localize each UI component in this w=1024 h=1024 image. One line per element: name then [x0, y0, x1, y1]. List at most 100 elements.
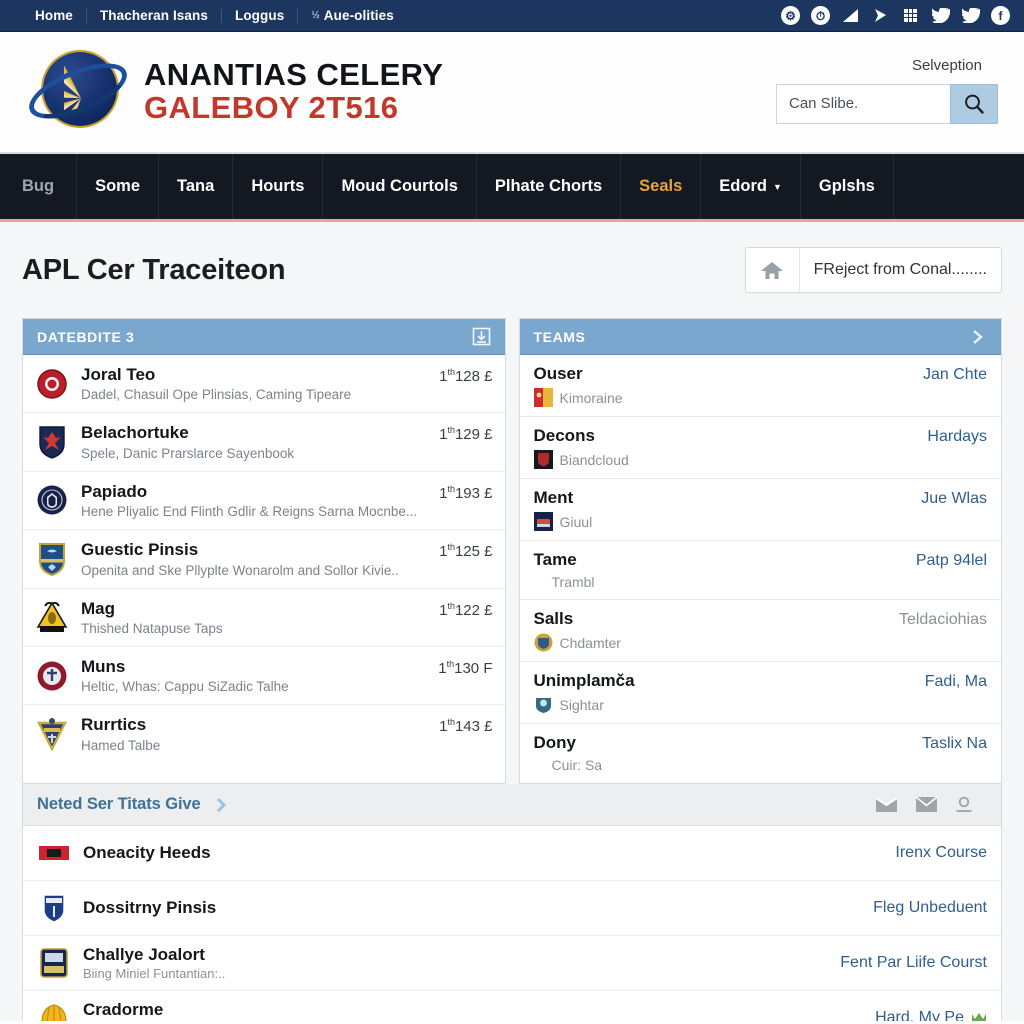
- table-row[interactable]: Mag Thished Natapuse Taps 1th122 £: [23, 589, 505, 647]
- list-item-meta[interactable]: Fent Par Liife Courst: [840, 954, 987, 972]
- row-subtitle: Spele, Danic Prarslarce Sayenbook: [81, 445, 295, 461]
- team-row[interactable]: Decons Hardays Biandcloud: [519, 417, 1001, 479]
- page-title: APL Cer Traceiteon: [22, 253, 286, 286]
- table-row[interactable]: Joral Teo Dadel, Chasuil Ope Plinsias, C…: [23, 355, 505, 414]
- crest-blue-shield-icon: [35, 541, 69, 577]
- list-item-meta-label: Fent Par Liife Courst: [840, 954, 987, 971]
- list-item[interactable]: Dossitrny Pinsis Fleg Unbeduent: [23, 881, 1001, 936]
- team-row[interactable]: Ouser Jan Chte Kimoraine: [519, 355, 1001, 417]
- page-content: APL Cer Traceiteon FReject from Conal...…: [0, 222, 1024, 1021]
- team-row[interactable]: Dony Taslix Na Cuir: Sa: [520, 724, 1002, 783]
- nav-item-plhate-chorts[interactable]: Plhate Chorts: [477, 154, 622, 219]
- mail-icon[interactable]: [915, 796, 938, 813]
- team-row[interactable]: Salls Teldaciohias Chdamter: [519, 600, 1001, 662]
- topnav-link-2[interactable]: Loggus: [222, 8, 297, 23]
- search-button[interactable]: [950, 83, 998, 124]
- list-item-meta[interactable]: Hard, My Pe: [875, 1009, 987, 1021]
- play-triangle-icon[interactable]: [871, 6, 890, 25]
- row-title: Belachortuke: [81, 423, 189, 443]
- list-item[interactable]: Challye Joalort Biing Miniel Funtantian:…: [23, 936, 1001, 991]
- table-row[interactable]: Guestic Pinsis Openita and Ske Pllyplte …: [23, 530, 505, 589]
- chevron-right-icon[interactable]: [967, 327, 987, 347]
- list-item-meta[interactable]: Irenx Course: [895, 844, 987, 862]
- twitter-bird-icon[interactable]: [961, 6, 980, 25]
- row-subtitle: Hene Pliyalic End Flinth Gdlir & Reigns …: [81, 504, 418, 520]
- team-subtitle: Giuul: [559, 513, 593, 530]
- team-row-line-1: Ment Jue Wlas: [534, 488, 988, 508]
- primary-navigation: Bug Some Tana Hourts Moud Courtols Plhat…: [0, 154, 1024, 222]
- search-input[interactable]: [776, 83, 950, 124]
- nav-item-edord[interactable]: Edord ▼: [701, 154, 801, 219]
- row-price: 1th125 £: [439, 542, 493, 561]
- list-item-meta-label: Hard, My Pe: [875, 1009, 964, 1021]
- settings-gear-icon[interactable]: ⚙: [781, 6, 800, 25]
- team-row[interactable]: Unimplamča Fadi, Ma Sightar: [519, 662, 1001, 724]
- table-row[interactable]: Papiado Hene Pliyalic End Flinth Gdlir &…: [23, 472, 505, 531]
- team-meta[interactable]: Patp 94lel: [916, 552, 987, 570]
- list-item-name: Cradorme: [83, 1000, 164, 1019]
- team-meta[interactable]: Teldaciohias: [899, 611, 987, 629]
- crest-teal-shield-icon: [534, 695, 553, 714]
- team-row-line-1: Dony Taslix Na: [534, 733, 988, 753]
- row-price: 1th128 £: [439, 367, 493, 385]
- nav-item-bug[interactable]: Bug: [0, 154, 78, 219]
- team-row-line-2: Chdamter: [534, 633, 988, 652]
- team-name: Ouser: [533, 364, 583, 383]
- reject-from-conal-button[interactable]: FReject from Conal........: [744, 247, 1002, 293]
- list-item[interactable]: Oneacity Heeds Irenx Course: [23, 826, 1001, 881]
- signal-bars-icon[interactable]: [841, 6, 860, 25]
- team-meta[interactable]: Hardays: [927, 428, 987, 446]
- team-meta[interactable]: Taslix Na: [922, 735, 987, 753]
- mail-open-icon[interactable]: [875, 796, 898, 813]
- grid-dots-icon[interactable]: [901, 6, 920, 25]
- team-subtitle: Chdamter: [559, 634, 621, 651]
- team-row[interactable]: Tame Patp 94lel Trambl: [519, 541, 1001, 600]
- team-meta[interactable]: Jan Chte: [923, 366, 987, 384]
- nav-item-seals[interactable]: Seals: [621, 154, 702, 219]
- nav-item-moud-courtols[interactable]: Moud Courtols: [323, 154, 477, 219]
- team-subtitle: Sightar: [559, 696, 604, 713]
- nav-item-some[interactable]: Some: [77, 154, 160, 219]
- list-item-meta[interactable]: Fleg Unbeduent: [873, 899, 987, 917]
- team-subtitle: Biandcloud: [559, 451, 629, 468]
- team-row-line-2: Trambl: [534, 574, 988, 590]
- crest-maroon-circle-icon: [35, 658, 69, 694]
- team-name: Dony: [533, 733, 577, 752]
- row-title: Mag: [81, 598, 115, 618]
- nav-item-tana[interactable]: Tana: [159, 154, 234, 219]
- team-meta[interactable]: Fadi, Ma: [925, 673, 987, 691]
- chevron-right-icon[interactable]: [212, 796, 230, 814]
- table-row[interactable]: Rurrtics Hamed Talbe 1th143 £: [23, 705, 505, 762]
- download-icon[interactable]: [472, 327, 491, 346]
- person-icon[interactable]: [955, 796, 973, 814]
- team-subtitle: Kimoraine: [559, 389, 623, 406]
- page-header: APL Cer Traceiteon FReject from Conal...…: [22, 222, 1002, 318]
- topnav-link-0[interactable]: Home: [22, 8, 86, 23]
- list-item[interactable]: Cradorme Nanc By. 1Uts Hard, My Pe: [23, 991, 1001, 1021]
- team-name: Ment: [533, 488, 574, 507]
- clock-circle-icon[interactable]: ⏱: [811, 6, 830, 25]
- row-text: Guestic Pinsis Openita and Ske Pllyplte …: [81, 540, 429, 577]
- site-masthead: ANANTIAS CELERY GALEBOY 2T516 Selveption: [0, 32, 1024, 154]
- topnav-link-1[interactable]: Thacheran Isans: [87, 8, 221, 23]
- nav-item-hourts[interactable]: Hourts: [233, 154, 324, 219]
- team-meta[interactable]: Jue Wlas: [921, 490, 987, 508]
- nav-item-gplshs[interactable]: Gplshs: [801, 154, 894, 219]
- facebook-icon[interactable]: f: [991, 6, 1010, 25]
- team-row[interactable]: Ment Jue Wlas Giuul: [519, 479, 1001, 541]
- crest-gold-shell-icon: [37, 1000, 71, 1021]
- wordmark-line-2: GALEBOY 2T516: [144, 90, 399, 125]
- table-row[interactable]: Belachortuke Spele, Danic Prarslarce Say…: [23, 413, 505, 472]
- twitter-bird-icon[interactable]: [931, 6, 950, 25]
- crest-dark-shield-icon: [533, 450, 553, 469]
- chevron-down-icon: ▼: [772, 181, 782, 192]
- brand-lockup[interactable]: ANANTIAS CELERY GALEBOY 2T516: [21, 44, 443, 140]
- table-row[interactable]: Muns Heltic, Whas: Cappu SiZadic Talhe 1…: [23, 647, 505, 706]
- row-text: Mag Thished Natapuse Taps: [81, 599, 429, 636]
- strip-title: Neted Ser Titats Give: [37, 795, 201, 813]
- account-link[interactable]: Selveption: [912, 57, 998, 74]
- topnav-divider: [297, 8, 299, 23]
- topnav-link-3[interactable]: ½ Aue-olities: [298, 8, 407, 23]
- row-price: 1th129 £: [439, 425, 493, 444]
- team-row-line-1: Decons Hardays: [534, 426, 988, 446]
